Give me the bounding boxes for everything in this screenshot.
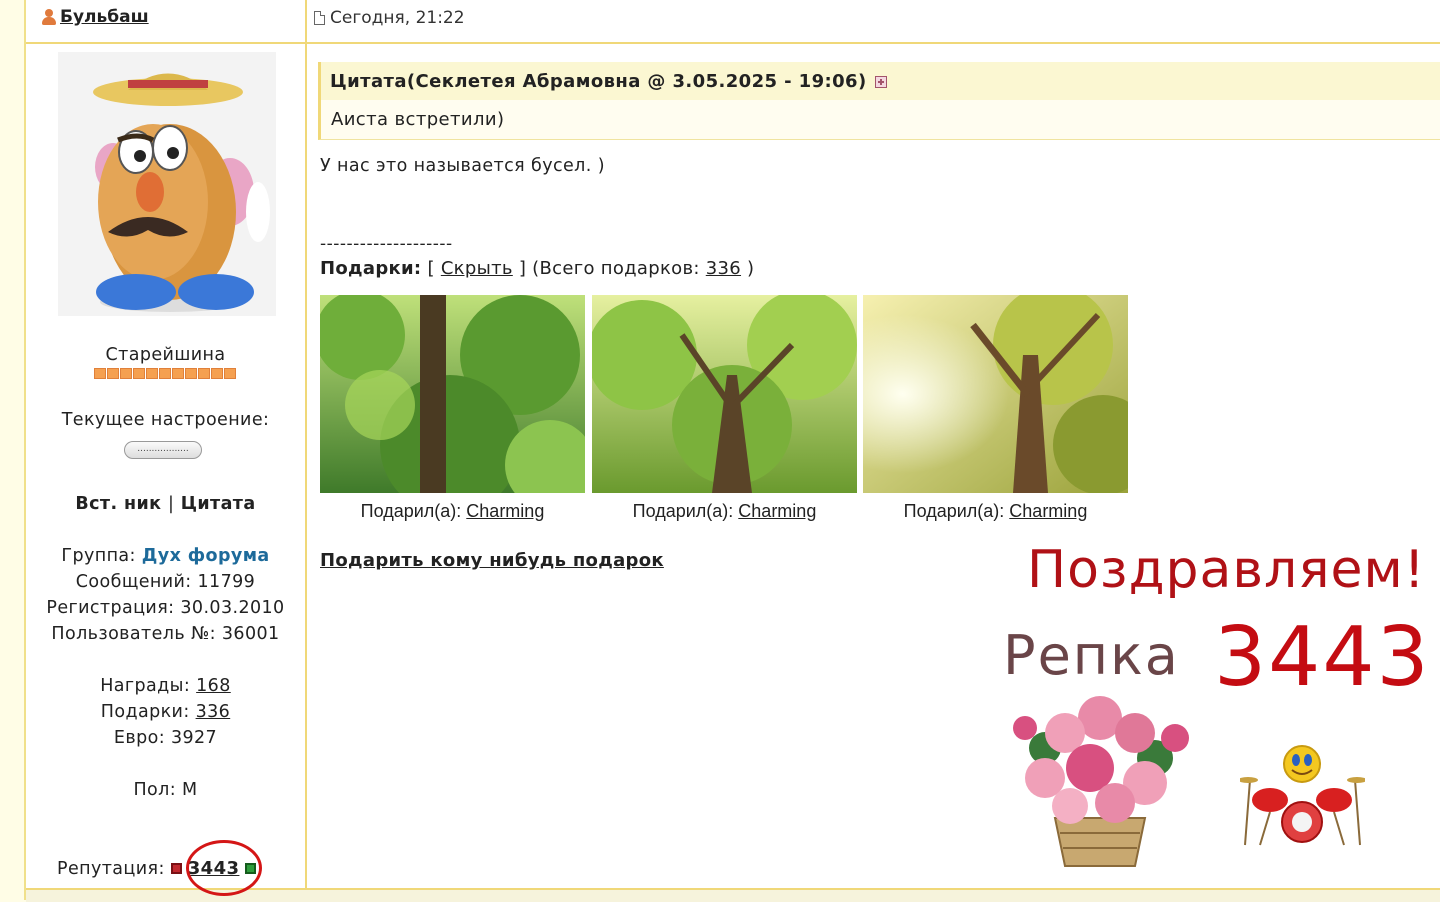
group-label: Группа: (61, 546, 142, 566)
reputation-minus-icon[interactable] (170, 863, 182, 874)
quote-title: Цитата(Секлетея Абрамовна @ 3.05.2025 - … (330, 71, 887, 92)
rank-pips (94, 368, 236, 379)
avatar (58, 52, 276, 316)
gift-caption-label: Подарил(а): (632, 501, 739, 521)
user-icon (40, 7, 58, 27)
gift-giver-link[interactable]: Charming (466, 501, 544, 521)
post-text: У нас это называется бусел. ) (320, 156, 605, 176)
user-number: Пользователь №: 36001 (51, 624, 280, 644)
username-link[interactable]: Бульбаш (60, 7, 149, 27)
quote-text: Аиста встретили) (331, 109, 505, 130)
gift-caption: Подарил(а): Charming (320, 501, 585, 522)
awards-link[interactable]: 168 (196, 676, 231, 696)
user-euro: Евро: 3927 (113, 728, 218, 748)
user-registration: Регистрация: 30.03.2010 (46, 598, 285, 618)
congrats-text: Поздравляем! (1027, 540, 1426, 600)
user-gifts: Подарки: 336 (26, 702, 305, 722)
gift-image[interactable] (863, 295, 1128, 493)
quote-link[interactable]: Цитата (181, 494, 256, 514)
gifts-bracket-open: [ (421, 258, 441, 279)
post-header-right (307, 0, 1440, 44)
gift-caption-label: Подарил(а): (360, 501, 467, 521)
gifts-bracket-close: ) (741, 258, 755, 279)
give-gift-link[interactable]: Подарить кому нибудь подарок (320, 550, 664, 571)
gift-giver-link[interactable]: Charming (1009, 501, 1087, 521)
milestone-number: 3443 (1214, 610, 1431, 705)
reputation-label: Репутация: (57, 858, 165, 879)
gifts-link[interactable]: 336 (196, 702, 231, 722)
user-rank: Старейшина (105, 345, 226, 365)
gifts-label: Подарки: (100, 702, 196, 722)
gifts-header: Подарки: [ Скрыть ] (Всего подарков: 336… (320, 258, 754, 279)
gift-image[interactable] (592, 295, 857, 493)
group-name: Дух форума (141, 546, 270, 566)
gift-caption-label: Подарил(а): (903, 501, 1010, 521)
drummer-smiley-icon (1238, 740, 1367, 848)
highlight-circle (186, 840, 262, 896)
document-icon (314, 11, 325, 25)
quote-title-text: Цитата(Секлетея Абрамовна @ 3.05.2025 - … (330, 71, 867, 92)
user-group: Группа: Дух форума (26, 546, 305, 566)
mood-label: Текущее настроение: (61, 410, 270, 430)
post-date-text: Сегодня, 21:22 (330, 8, 465, 28)
hide-gifts-link[interactable]: Скрыть (441, 258, 513, 279)
expand-icon[interactable] (874, 75, 887, 88)
honoree-name: Репка (1003, 624, 1180, 687)
gifts-total-link[interactable]: 336 (706, 258, 741, 279)
post-author[interactable]: Бульбаш (40, 7, 149, 27)
actions-separator: | (167, 494, 175, 514)
gift-image[interactable] (320, 295, 585, 493)
user-posts: Сообщений: 11799 (75, 572, 256, 592)
gift-caption: Подарил(а): Charming (863, 501, 1128, 522)
mood-button[interactable]: .................. (124, 441, 202, 459)
post-actions: Вст. ник | Цитата (26, 494, 305, 514)
post-date: Сегодня, 21:22 (314, 8, 465, 28)
flower-bouquet-image (1005, 688, 1197, 870)
insert-nick-link[interactable]: Вст. ник (75, 494, 161, 514)
user-gender: Пол: М (133, 780, 198, 800)
gifts-title: Подарки: (320, 258, 422, 279)
gift-giver-link[interactable]: Charming (738, 501, 816, 521)
awards-label: Награды: (100, 676, 197, 696)
user-awards: Награды: 168 (26, 676, 305, 696)
signature-divider: -------------------- (320, 234, 453, 254)
gift-caption: Подарил(а): Charming (592, 501, 857, 522)
gifts-total-label: ] (Всего подарков: (512, 258, 706, 279)
